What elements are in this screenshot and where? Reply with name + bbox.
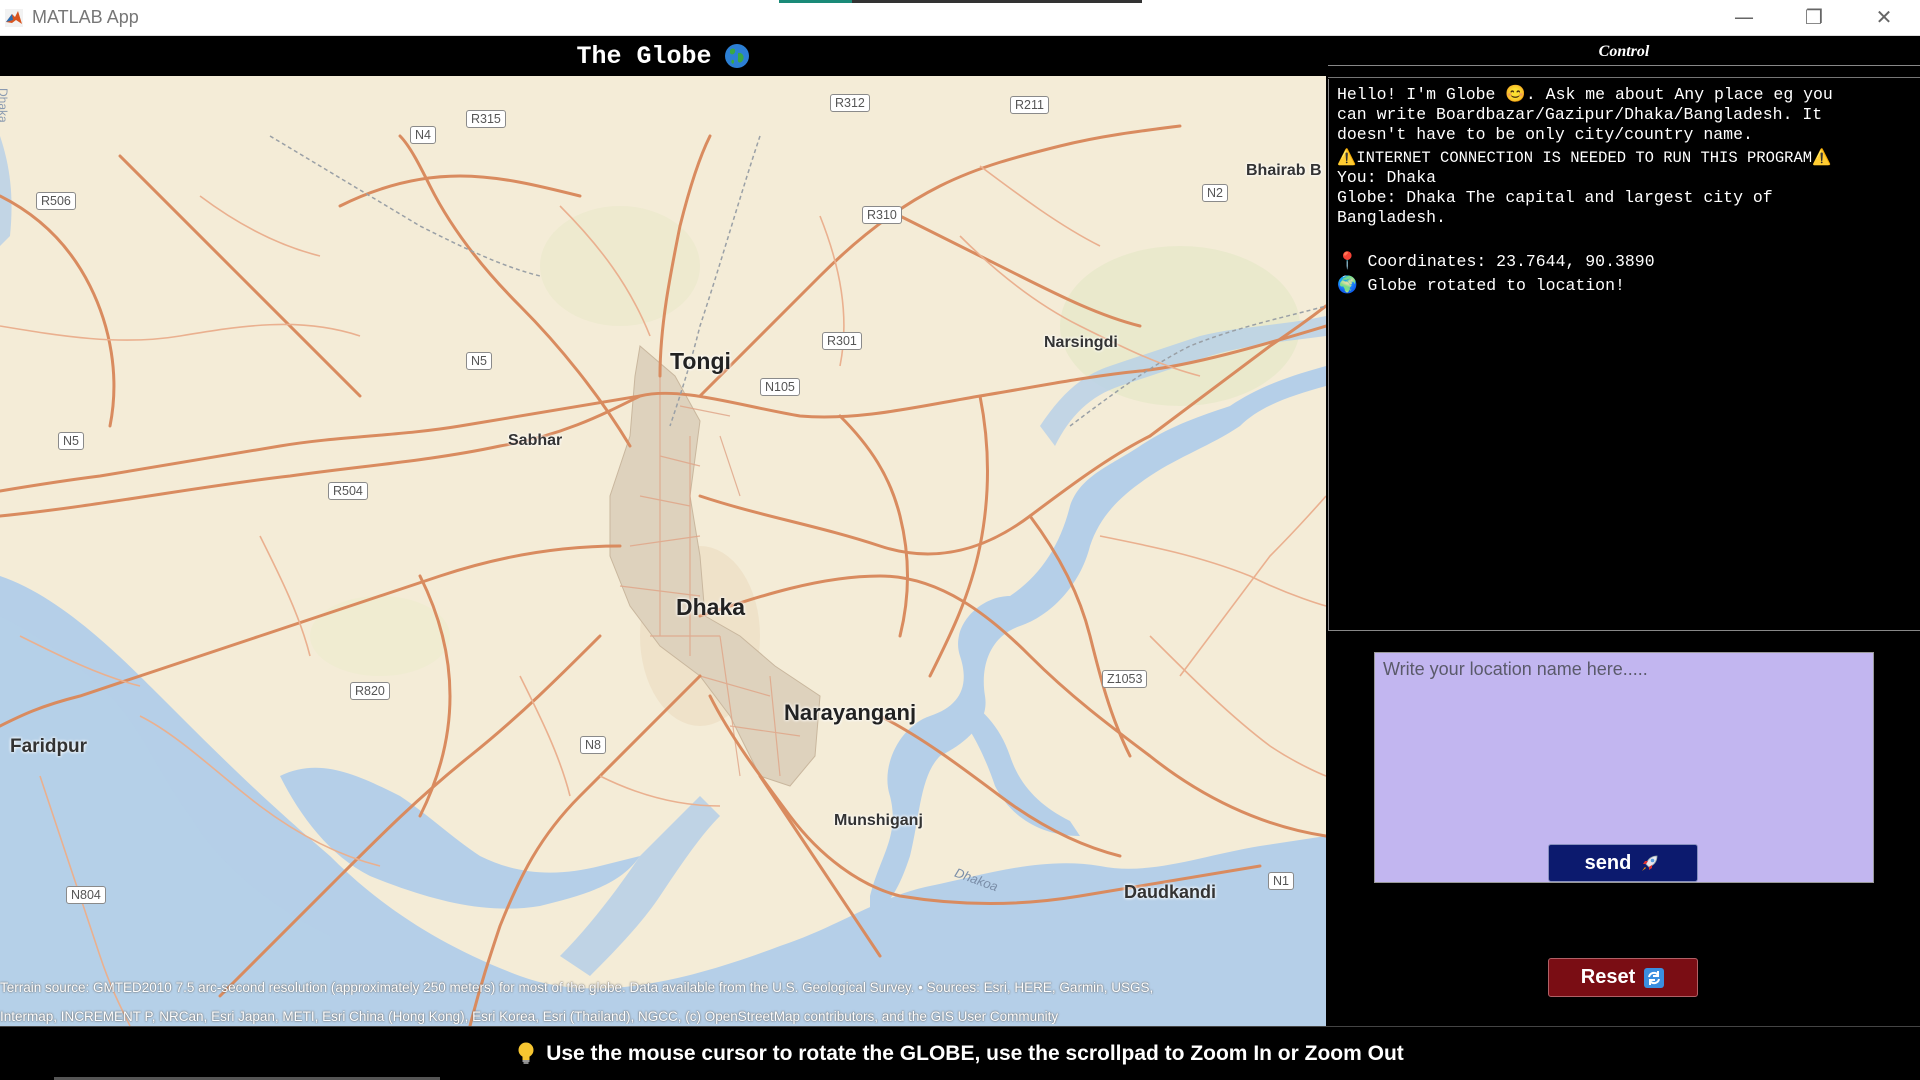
- map-label-faridpur: Faridpur: [10, 736, 88, 757]
- matlab-logo-icon: [5, 9, 23, 27]
- chat-log[interactable]: Hello! I'm Globe 😊. Ask me about Any pla…: [1328, 79, 1920, 631]
- chat-warning: ⚠️INTERNET CONNECTION IS NEEDED TO RUN T…: [1337, 149, 1832, 167]
- road-shield-n4: N4: [410, 126, 436, 144]
- road-shield-r312: R312: [830, 94, 870, 112]
- road-shield-r315: R315: [466, 110, 506, 128]
- road-shield-r506: R506: [36, 192, 76, 210]
- close-button[interactable]: ✕: [1848, 0, 1920, 34]
- chat-greeting: Hello! I'm Globe 😊. Ask me about Any pla…: [1337, 85, 1833, 144]
- send-button-label: send: [1584, 851, 1632, 874]
- control-header: Control: [1328, 38, 1920, 66]
- road-shield-n804: N804: [66, 886, 106, 904]
- map-label-narayanganj: Narayanganj: [784, 700, 917, 725]
- map-label-narsingdi: Narsingdi: [1044, 334, 1118, 351]
- loading-indicator: [779, 0, 1142, 3]
- road-shield-r211: R211: [1010, 96, 1049, 114]
- globe-map[interactable]: Dhaka R506 N4 R315 R312 R211 Bhairab B N…: [0, 76, 1326, 1026]
- footer-hint-bar: Use the mouse cursor to rotate the GLOBE…: [0, 1026, 1920, 1080]
- window-title: MATLAB App: [32, 7, 139, 27]
- map-label-munshiganj: Munshiganj: [834, 812, 923, 829]
- chat-rotated-message: 🌍 Globe rotated to location!: [1337, 276, 1625, 295]
- rocket-icon: [1642, 855, 1658, 871]
- road-shield-r820: R820: [350, 682, 390, 700]
- road-shield-r301: R301: [822, 332, 862, 350]
- map-label-daudkandi: Daudkandi: [1124, 882, 1217, 902]
- maximize-button[interactable]: ❐: [1778, 0, 1850, 34]
- road-shield-n5: N5: [466, 352, 492, 370]
- road-shield-z1053: Z1053: [1102, 670, 1148, 688]
- map-label-bhairab: Bhairab B: [1246, 162, 1322, 179]
- road-shield-n1: N1: [1268, 872, 1294, 890]
- earth-icon: [724, 44, 749, 68]
- road-shield-n5-west: N5: [58, 432, 84, 450]
- chat-coordinates: 📍 Coordinates: 23.7644, 90.3890: [1337, 252, 1655, 271]
- globe-header: The Globe: [0, 36, 1326, 76]
- reset-button-label: Reset: [1580, 966, 1636, 988]
- window-titlebar: MATLAB App — ❐ ✕: [0, 0, 1920, 36]
- road-shield-r504: R504: [328, 482, 368, 500]
- road-shield-n8: N8: [580, 736, 606, 754]
- control-divider: [1328, 77, 1920, 78]
- map-label-dhaka-river: Dhaka: [0, 88, 10, 123]
- map-label-tongi: Tongi: [670, 348, 731, 374]
- chat-globe-message: Globe: Dhaka The capital and largest cit…: [1337, 188, 1773, 227]
- map-label-sabhar: Sabhar: [508, 432, 563, 449]
- control-title: Control: [1598, 42, 1650, 60]
- road-shield-n2: N2: [1202, 184, 1228, 202]
- chat-user-message: You: Dhaka: [1337, 168, 1437, 187]
- footer-hint-text: Use the mouse cursor to rotate the GLOBE…: [546, 1041, 1404, 1065]
- send-button[interactable]: send: [1548, 844, 1698, 882]
- map-label-dhaka: Dhaka: [676, 594, 746, 620]
- minimize-button[interactable]: —: [1708, 0, 1780, 34]
- map-attribution-line2: Intermap, INCREMENT P, NRCan, Esri Japan…: [0, 1009, 1059, 1024]
- road-shield-r310: R310: [862, 206, 902, 224]
- road-shield-n105: N105: [760, 378, 800, 396]
- reset-button[interactable]: Reset: [1548, 958, 1698, 997]
- map-attribution-line1: Terrain source: GMTED2010 7.5 arc-second…: [0, 980, 1154, 995]
- globe-title: The Globe: [576, 41, 712, 71]
- lightbulb-icon: [518, 1042, 534, 1064]
- refresh-icon: [1644, 967, 1665, 988]
